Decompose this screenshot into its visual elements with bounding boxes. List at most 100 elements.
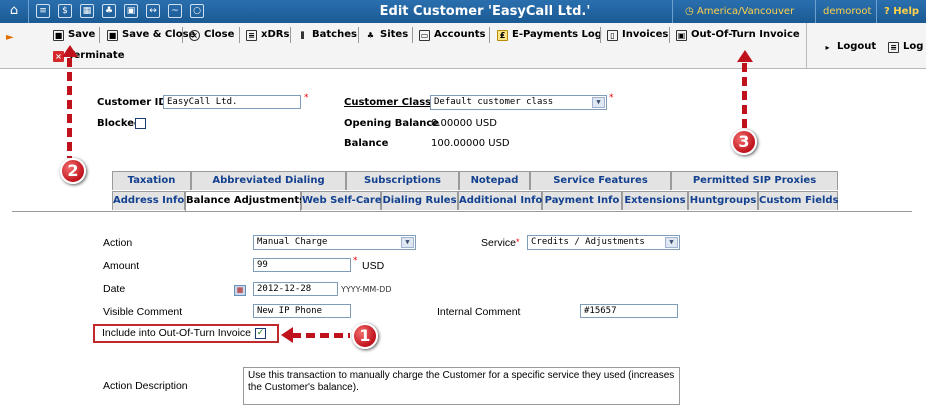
callout-3-arrow bbox=[737, 50, 753, 62]
dollar-icon[interactable]: $ bbox=[58, 4, 72, 18]
vendor-icon[interactable]: ↔ bbox=[146, 4, 160, 18]
tab-taxation[interactable]: Taxation bbox=[112, 171, 191, 190]
menu-icon[interactable]: ≡ bbox=[36, 4, 50, 18]
save-close-icon: ■ bbox=[107, 30, 118, 41]
oot-invoice-icon: ▣ bbox=[676, 30, 687, 41]
callout-1-line bbox=[292, 333, 350, 338]
required-marker: * bbox=[609, 93, 614, 103]
users-icon[interactable]: ♣ bbox=[102, 4, 116, 18]
service-value: Credits / Adjustments bbox=[531, 237, 645, 247]
logout-icon: ▸ bbox=[825, 43, 830, 52]
opening-balance-label: Opening Balance bbox=[344, 118, 440, 129]
amount-label: Amount bbox=[103, 260, 140, 272]
opening-balance-value: 0.00000 USD bbox=[431, 118, 497, 129]
log-label: Log bbox=[903, 41, 924, 52]
customer-id-input[interactable]: EasyCall Ltd. bbox=[163, 95, 301, 109]
tab-extensions[interactable]: Extensions bbox=[622, 191, 688, 210]
divider bbox=[99, 27, 100, 43]
xdrs-button[interactable]: ≡ xDRs bbox=[246, 25, 289, 45]
required-marker: * bbox=[304, 93, 309, 103]
tab-web-self-care[interactable]: Web Self-Care bbox=[301, 191, 382, 210]
batches-label: Batches bbox=[312, 29, 357, 40]
save-button[interactable]: ■ Save bbox=[53, 25, 95, 45]
user-link[interactable]: demoroot bbox=[823, 0, 871, 23]
chevron-down-icon: ▼ bbox=[401, 237, 414, 248]
tab-payment-info[interactable]: Payment Info bbox=[542, 191, 622, 210]
tab-custom-fields[interactable]: Custom Fields bbox=[758, 191, 839, 210]
accounts-button[interactable]: ▭ Accounts bbox=[419, 25, 485, 45]
tab-address-info[interactable]: Address Info bbox=[112, 191, 185, 210]
tab-service-features[interactable]: Service Features bbox=[530, 171, 671, 190]
grid-icon[interactable]: ▦ bbox=[80, 4, 94, 18]
log-button[interactable]: ≡ Log bbox=[888, 37, 923, 57]
tab-permitted-sip-proxies[interactable]: Permitted SIP Proxies bbox=[671, 171, 838, 190]
home-icon[interactable]: ⌂ bbox=[6, 3, 22, 19]
invoices-label: Invoices bbox=[622, 29, 669, 40]
date-format-hint: YYYY-MM-DD bbox=[341, 285, 392, 294]
help-link[interactable]: ? Help bbox=[884, 0, 919, 23]
accounts-label: Accounts bbox=[434, 29, 486, 40]
callout-2-line bbox=[67, 58, 72, 158]
search-icon[interactable]: ○ bbox=[190, 4, 204, 18]
tab-dialing-rules[interactable]: Dialing Rules bbox=[381, 191, 458, 210]
callout-3: 3 bbox=[731, 129, 757, 155]
tab-huntgroups[interactable]: Huntgroups bbox=[688, 191, 758, 210]
action-select[interactable]: Manual Charge ▼ bbox=[253, 235, 416, 250]
tab-abbreviated-dialing[interactable]: Abbreviated Dialing bbox=[191, 171, 346, 190]
sites-label: Sites bbox=[380, 29, 409, 40]
batches-icon: ⫼ bbox=[300, 31, 305, 40]
sites-button[interactable]: ♣ Sites bbox=[365, 25, 408, 45]
toolbar: ► ■ Save ■ Save & Close × Close ≡ xDRs ⫼ Batc… bbox=[0, 23, 926, 69]
accounts-icon: ▭ bbox=[419, 30, 430, 41]
divider bbox=[489, 27, 490, 43]
epayments-log-button[interactable]: ₤ E-Payments Log bbox=[497, 25, 602, 45]
amount-currency: USD bbox=[362, 260, 385, 272]
internal-comment-input[interactable]: #15657 bbox=[580, 304, 678, 318]
divider bbox=[672, 0, 673, 23]
epayments-icon: ₤ bbox=[497, 30, 508, 41]
callout-1: 1 bbox=[352, 323, 378, 349]
out-of-turn-invoice-button[interactable]: ▣ Out-Of-Turn Invoice bbox=[676, 25, 800, 45]
service-select[interactable]: Credits / Adjustments ▼ bbox=[527, 235, 680, 250]
customer-class-link[interactable]: Customer Class bbox=[344, 97, 431, 108]
tab-additional-info[interactable]: Additional Info bbox=[458, 191, 542, 210]
amount-input[interactable]: 99 bbox=[253, 258, 351, 272]
divider bbox=[412, 27, 413, 43]
callout-3-line bbox=[742, 63, 747, 131]
divider bbox=[290, 27, 291, 43]
visible-comment-input[interactable]: New IP Phone bbox=[253, 304, 351, 318]
calendar-icon[interactable]: ▦ bbox=[234, 285, 246, 296]
chevron-down-icon: ▼ bbox=[665, 237, 678, 248]
tab-notepad[interactable]: Notepad bbox=[459, 171, 530, 190]
arrow-icon: ► bbox=[6, 32, 14, 43]
help-label: Help bbox=[893, 6, 920, 17]
customer-class-select[interactable]: Default customer class ▼ bbox=[430, 95, 607, 110]
include-oot-checkbox[interactable]: ✓ bbox=[255, 328, 266, 339]
epayments-label: E-Payments Log bbox=[512, 29, 602, 40]
service-label: Service* bbox=[481, 237, 520, 249]
invoices-icon: ▯ bbox=[607, 30, 618, 41]
divider bbox=[815, 0, 816, 23]
divider bbox=[239, 27, 240, 43]
action-value: Manual Charge bbox=[257, 237, 328, 247]
internal-comment-label: Internal Comment bbox=[437, 306, 521, 318]
logout-button[interactable]: ▸ Logout bbox=[822, 37, 876, 57]
blocked-checkbox[interactable] bbox=[135, 118, 146, 129]
divider bbox=[358, 27, 359, 43]
customer-class-value: Default customer class bbox=[434, 97, 554, 107]
timezone-link[interactable]: ◷ America/Vancouver bbox=[685, 0, 794, 23]
date-input[interactable]: 2012-12-28 bbox=[253, 282, 338, 296]
tab-balance-adjustments[interactable]: Balance Adjustments bbox=[185, 191, 305, 212]
cards-icon[interactable]: ▣ bbox=[124, 4, 138, 18]
close-button[interactable]: × Close bbox=[189, 25, 234, 45]
chart-icon[interactable]: ~ bbox=[168, 4, 182, 18]
tab-subscriptions[interactable]: Subscriptions bbox=[346, 171, 459, 190]
visible-comment-label: Visible Comment bbox=[103, 306, 183, 318]
action-description-label: Action Description bbox=[103, 380, 188, 392]
divider bbox=[876, 0, 877, 23]
include-oot-label: Include into Out-Of-Turn Invoice bbox=[102, 327, 252, 339]
timezone-label: America/Vancouver bbox=[696, 6, 795, 17]
page-title: Edit Customer 'EasyCall Ltd.' bbox=[379, 4, 591, 19]
batches-button[interactable]: ⫼ Batches bbox=[297, 25, 357, 45]
invoices-button[interactable]: ▯ Invoices bbox=[607, 25, 668, 45]
